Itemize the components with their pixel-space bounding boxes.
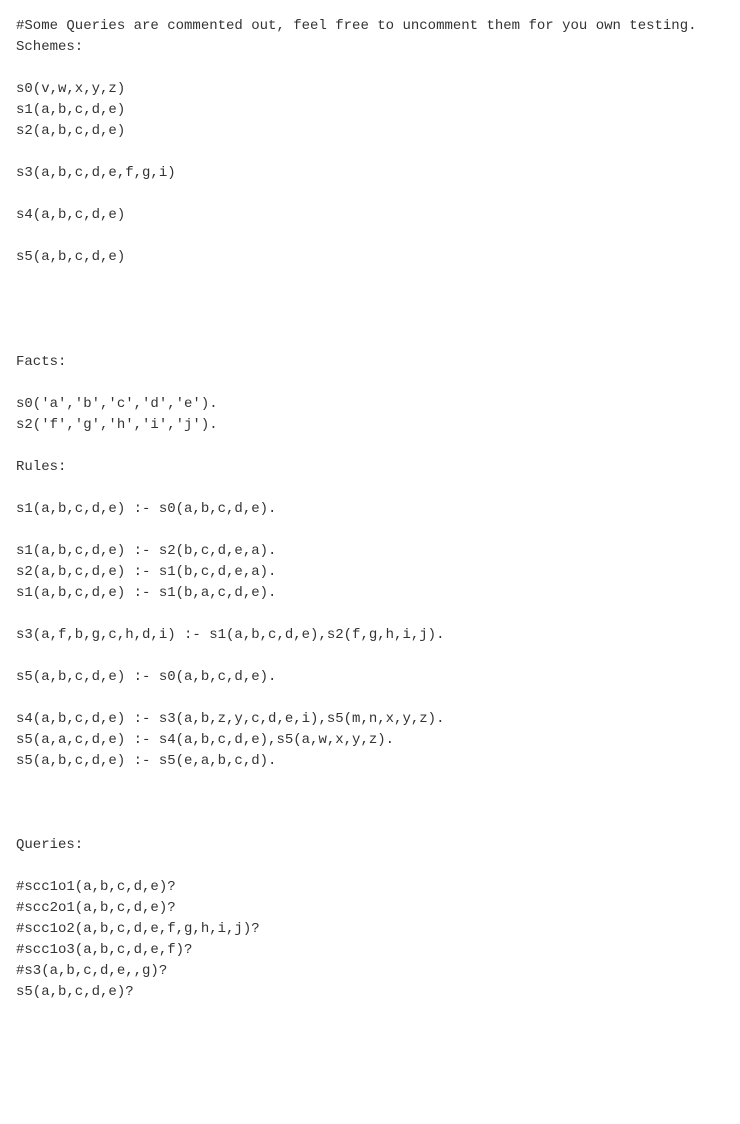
code-line: s5(a,b,c,d,e)?: [16, 984, 134, 1000]
code-line: s2(a,b,c,d,e): [16, 123, 125, 139]
code-line: #scc1o1(a,b,c,d,e)?: [16, 879, 176, 895]
code-line: s0('a','b','c','d','e').: [16, 396, 218, 412]
code-line: s5(a,a,c,d,e) :- s4(a,b,c,d,e),s5(a,w,x,…: [16, 732, 394, 748]
code-line: s5(a,b,c,d,e): [16, 249, 125, 265]
code-line: s4(a,b,c,d,e): [16, 207, 125, 223]
code-line: Queries:: [16, 837, 83, 853]
code-line: #scc1o2(a,b,c,d,e,f,g,h,i,j)?: [16, 921, 260, 937]
code-line: s3(a,b,c,d,e,f,g,i): [16, 165, 176, 181]
code-line: #scc2o1(a,b,c,d,e)?: [16, 900, 176, 916]
code-line: #scc1o3(a,b,c,d,e,f)?: [16, 942, 192, 958]
code-line: s1(a,b,c,d,e): [16, 102, 125, 118]
code-line: #Some Queries are commented out, feel fr…: [16, 18, 697, 34]
code-line: s0(v,w,x,y,z): [16, 81, 125, 97]
code-line: s5(a,b,c,d,e) :- s5(e,a,b,c,d).: [16, 753, 276, 769]
code-line: Facts:: [16, 354, 66, 370]
code-line: s2(a,b,c,d,e) :- s1(b,c,d,e,a).: [16, 564, 276, 580]
code-line: s4(a,b,c,d,e) :- s3(a,b,z,y,c,d,e,i),s5(…: [16, 711, 444, 727]
code-line: s1(a,b,c,d,e) :- s1(b,a,c,d,e).: [16, 585, 276, 601]
code-line: s3(a,f,b,g,c,h,d,i) :- s1(a,b,c,d,e),s2(…: [16, 627, 444, 643]
code-line: s5(a,b,c,d,e) :- s0(a,b,c,d,e).: [16, 669, 276, 685]
code-line: s1(a,b,c,d,e) :- s2(b,c,d,e,a).: [16, 543, 276, 559]
code-line: s1(a,b,c,d,e) :- s0(a,b,c,d,e).: [16, 501, 276, 517]
code-line: #s3(a,b,c,d,e,,g)?: [16, 963, 167, 979]
code-line: Rules:: [16, 459, 66, 475]
code-line: Schemes:: [16, 39, 83, 55]
code-line: s2('f','g','h','i','j').: [16, 417, 218, 433]
